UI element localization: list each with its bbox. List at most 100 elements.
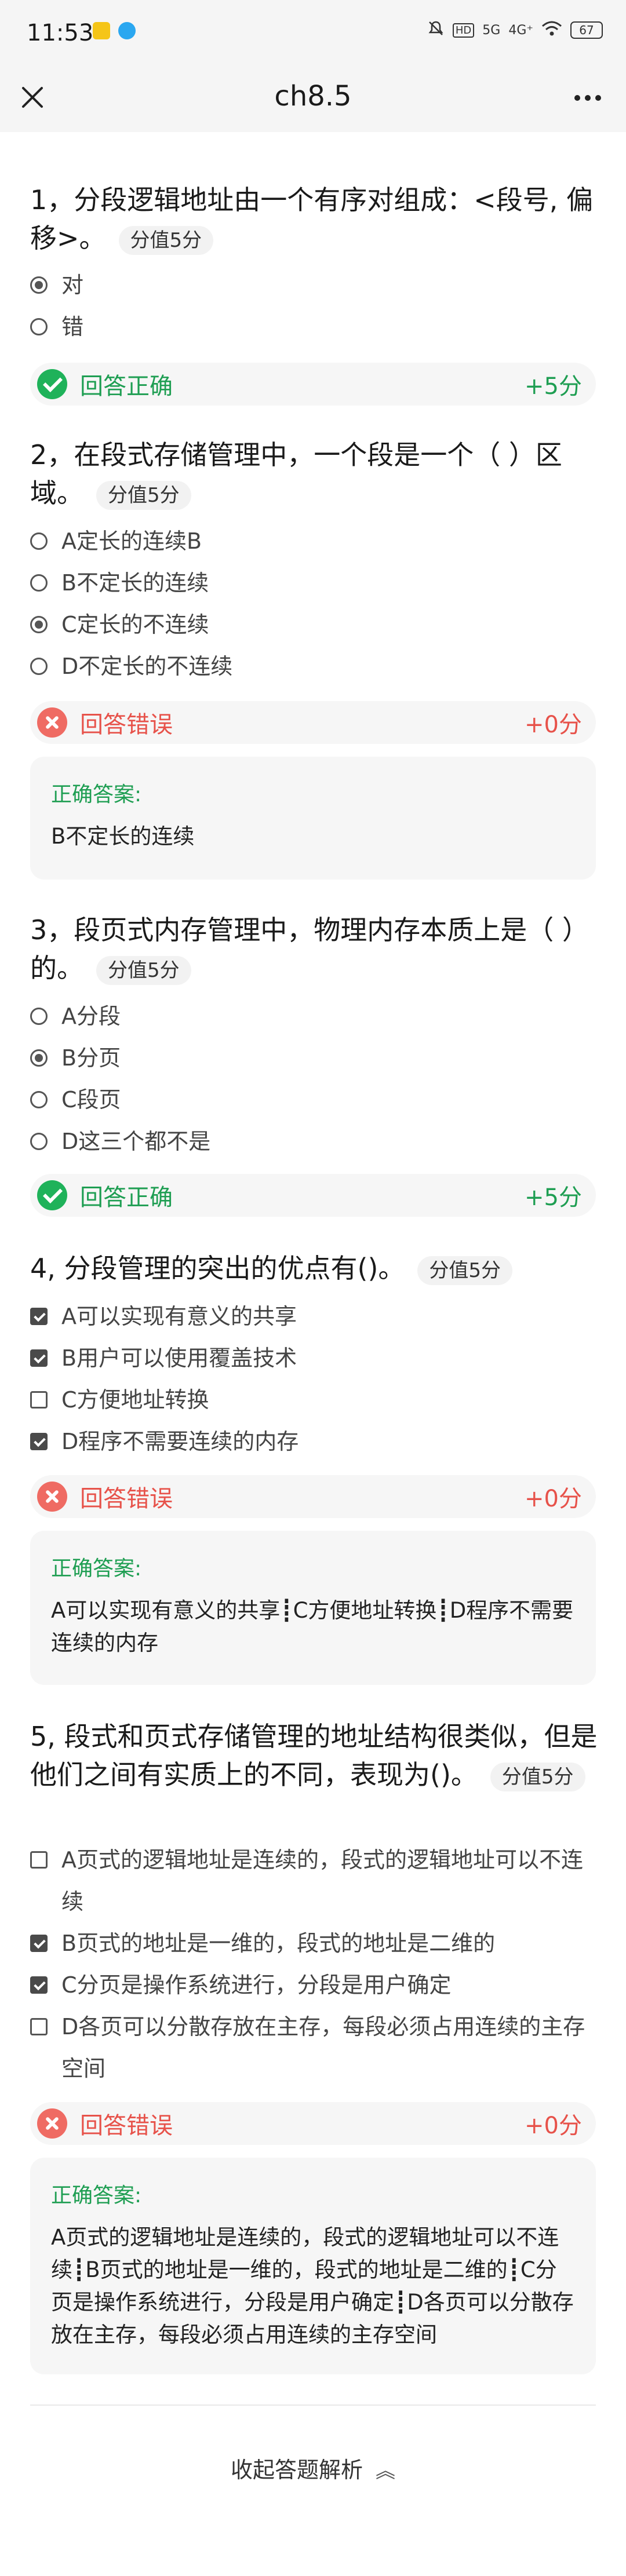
- mute-icon: [427, 20, 445, 41]
- checkbox-icon: [30, 2018, 48, 2035]
- status-icons: HD 5G 4G⁺ 67: [427, 20, 603, 41]
- qq-notification-icon: [118, 22, 136, 39]
- correct-answer-text: A可以实现有意义的共享┋C方便地址转换┋D程序不需要连续的内存: [51, 1598, 574, 1655]
- option-d[interactable]: D不定长的不连续: [30, 645, 598, 687]
- correct-answer-text: B不定长的连续: [51, 824, 195, 849]
- correct-answer-box: 正确答案: B不定长的连续: [30, 757, 596, 880]
- option-c[interactable]: C定长的不连续: [30, 604, 598, 645]
- result-score: +5分: [525, 1184, 582, 1211]
- cross-circle-icon: [37, 707, 67, 738]
- result-score: +0分: [525, 711, 582, 738]
- radio-icon: [30, 1008, 48, 1025]
- result-score: +0分: [525, 2112, 582, 2139]
- option-d[interactable]: D这三个都不是: [30, 1121, 598, 1162]
- option-label: 错: [61, 314, 84, 340]
- question-1-title: 1，分段逻辑地址由一个有序对组成：<段号, 偏移>。 分值5分: [30, 181, 598, 257]
- option-a[interactable]: A页式的逻辑地址是连续的，段式的逻辑地址可以不连续: [30, 1839, 598, 1922]
- radio-icon: [30, 574, 48, 592]
- network-5g-label: 5G: [482, 23, 501, 38]
- option-label: D各页可以分散存放在主存，每段必须占用连续的主存空间: [61, 2014, 585, 2081]
- question-3-title: 3，段页式内存管理中，物理内存本质上是（ ）的。 分值5分: [30, 911, 598, 987]
- result-correct-badge: 回答正确 +5分: [30, 363, 596, 406]
- battery-level: 67: [579, 23, 594, 37]
- wifi-icon: [541, 20, 562, 40]
- result-text: 回答错误: [80, 1486, 173, 1512]
- chevron-up-icon: ︽: [376, 2460, 395, 2483]
- option-label: C方便地址转换: [61, 1387, 209, 1413]
- checkbox-checked-icon: [30, 1308, 48, 1325]
- checkbox-checked-icon: [30, 1935, 48, 1952]
- option-label: A定长的连续B: [61, 528, 202, 554]
- collapse-analysis-button[interactable]: 收起答题解析 ︽: [0, 2452, 626, 2484]
- radio-selected-icon: [30, 1049, 48, 1067]
- status-time: 11:53: [27, 20, 94, 46]
- checkbox-checked-icon: [30, 1349, 48, 1367]
- option-label: A页式的逻辑地址是连续的，段式的逻辑地址可以不连续: [61, 1847, 583, 1914]
- option-label: B不定长的连续: [61, 570, 209, 596]
- checkbox-icon: [30, 1391, 48, 1409]
- option-label: A可以实现有意义的共享: [61, 1304, 297, 1329]
- divider: [30, 2404, 596, 2406]
- radio-icon: [30, 1091, 48, 1108]
- option-b[interactable]: B页式的地址是一维的，段式的地址是二维的: [30, 1922, 598, 1964]
- radio-icon: [30, 318, 48, 335]
- option-a[interactable]: A定长的连续B: [30, 520, 598, 562]
- correct-answer-text: A页式的逻辑地址是连续的，段式的逻辑地址可以不连续┋B页式的地址是一维的，段式的…: [51, 2225, 574, 2347]
- correct-answer-label: 正确答案:: [51, 1557, 142, 1581]
- option-c[interactable]: C段页: [30, 1079, 598, 1121]
- result-wrong-badge: 回答错误 +0分: [30, 1475, 596, 1518]
- option-label: A分段: [61, 1004, 121, 1029]
- more-button[interactable]: [570, 83, 605, 112]
- result-text: 回答错误: [80, 711, 173, 738]
- option-b[interactable]: B用户可以使用覆盖技术: [30, 1337, 598, 1379]
- correct-answer-label: 正确答案:: [51, 783, 142, 807]
- more-icon: [574, 95, 601, 101]
- radio-icon: [30, 532, 48, 550]
- option-label: D程序不需要连续的内存: [61, 1429, 299, 1454]
- check-circle-icon: [37, 369, 67, 399]
- app-notification-icon: [93, 22, 110, 39]
- option-b[interactable]: B分页: [30, 1037, 598, 1079]
- score-badge: 分值5分: [96, 480, 191, 510]
- option-b[interactable]: B不定长的连续: [30, 562, 598, 604]
- notification-icons: [93, 22, 136, 39]
- result-score: +5分: [525, 373, 582, 400]
- radio-selected-icon: [30, 276, 48, 294]
- result-text: 回答正确: [80, 1184, 173, 1211]
- score-badge: 分值5分: [96, 955, 191, 985]
- score-badge: 分值5分: [490, 1762, 585, 1791]
- question-4-title: 4, 分段管理的突出的优点有()。 分值5分: [30, 1249, 598, 1287]
- option-label: D这三个都不是: [61, 1129, 211, 1154]
- radio-selected-icon: [30, 616, 48, 633]
- cross-circle-icon: [37, 1482, 67, 1512]
- option-label: B分页: [61, 1045, 121, 1071]
- correct-answer-box: 正确答案: A页式的逻辑地址是连续的，段式的逻辑地址可以不连续┋B页式的地址是一…: [30, 2158, 596, 2374]
- option-false[interactable]: 错: [30, 306, 598, 348]
- option-label: C定长的不连续: [61, 612, 209, 637]
- option-d[interactable]: D各页可以分散存放在主存，每段必须占用连续的主存空间: [30, 2006, 598, 2089]
- option-d[interactable]: D程序不需要连续的内存: [30, 1421, 598, 1462]
- collapse-label: 收起答题解析: [230, 2457, 363, 2483]
- result-score: +0分: [525, 1486, 582, 1512]
- result-wrong-badge: 回答错误 +0分: [30, 2102, 596, 2145]
- option-label: 对: [61, 272, 84, 298]
- option-a[interactable]: A可以实现有意义的共享: [30, 1296, 598, 1337]
- option-label: B用户可以使用覆盖技术: [61, 1345, 297, 1371]
- option-c[interactable]: C分页是操作系统进行，分段是用户确定: [30, 1964, 598, 2006]
- result-correct-badge: 回答正确 +5分: [30, 1174, 596, 1217]
- result-text: 回答正确: [80, 373, 173, 400]
- checkbox-checked-icon: [30, 1976, 48, 1994]
- option-c[interactable]: C方便地址转换: [30, 1379, 598, 1421]
- title-bar: ch8.5: [0, 63, 626, 132]
- status-bar: 11:53 HD 5G 4G⁺ 67: [0, 0, 626, 63]
- page-title: ch8.5: [274, 80, 352, 112]
- question-text: 4, 分段管理的突出的优点有()。: [30, 1253, 405, 1284]
- correct-answer-box: 正确答案: A可以实现有意义的共享┋C方便地址转换┋D程序不需要连续的内存: [30, 1531, 596, 1685]
- option-true[interactable]: 对: [30, 264, 598, 306]
- radio-icon: [30, 1133, 48, 1150]
- option-label: B页式的地址是一维的，段式的地址是二维的: [61, 1931, 496, 1956]
- option-a[interactable]: A分段: [30, 995, 598, 1037]
- check-circle-icon: [37, 1180, 67, 1210]
- score-badge: 分值5分: [417, 1256, 513, 1285]
- option-label: D不定长的不连续: [61, 654, 233, 679]
